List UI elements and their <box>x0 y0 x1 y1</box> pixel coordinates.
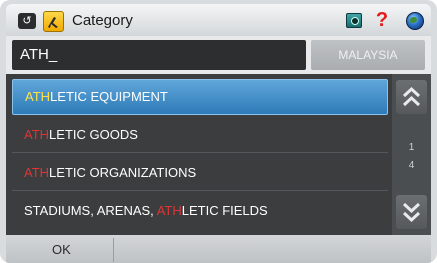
page-title: Category <box>72 12 133 29</box>
globe-icon[interactable] <box>406 12 424 30</box>
bottom-bar: OK <box>6 235 431 263</box>
double-chevron-up-icon <box>402 86 421 107</box>
ok-button[interactable]: OK <box>6 238 114 262</box>
list-item-match: ATH <box>24 165 50 180</box>
help-icon[interactable]: ? <box>375 9 389 31</box>
list-item-prefix: STADIUMS, ARENAS, <box>24 203 157 218</box>
double-chevron-down-icon <box>402 202 421 223</box>
scroll-up-button[interactable] <box>396 80 427 114</box>
search-input[interactable]: ATH_ <box>12 40 306 70</box>
list-item-match: ATH <box>156 203 182 218</box>
results-panel: ATHLETIC EQUIPMENT ATHLETIC GOODS ATHLET… <box>6 74 431 235</box>
title-bar: ↺ Category ? <box>6 4 431 36</box>
list-item-match: ATH <box>25 89 51 104</box>
scroll-controls: 1 4 <box>392 74 431 235</box>
list-item-rest: LETIC GOODS <box>49 127 138 142</box>
screen-frame: ↺ Category ? ATH_ MALAYSIA ATHLETIC EQUI… <box>0 0 437 263</box>
page-total: 4 <box>408 160 415 171</box>
country-button[interactable]: MALAYSIA <box>311 40 425 70</box>
list-item[interactable]: ATHLETIC ORGANIZATIONS <box>12 155 388 191</box>
list-item-rest: LETIC FIELDS <box>181 203 268 218</box>
list-item-match: ATH <box>24 127 50 142</box>
photo-icon[interactable] <box>346 13 362 28</box>
list-item-rest: LETIC EQUIPMENT <box>50 89 168 104</box>
results-list: ATHLETIC EQUIPMENT ATHLETIC GOODS ATHLET… <box>12 79 388 232</box>
search-row: ATH_ MALAYSIA <box>6 36 431 74</box>
page-current: 1 <box>408 142 415 153</box>
category-icon <box>43 11 64 32</box>
list-item[interactable]: ATHLETIC GOODS <box>12 117 388 153</box>
list-item-rest: LETIC ORGANIZATIONS <box>49 165 197 180</box>
list-item[interactable]: ATHLETIC EQUIPMENT <box>12 79 388 115</box>
list-item[interactable]: STADIUMS, ARENAS, ATHLETIC FIELDS <box>12 193 388 229</box>
back-arrow-icon: ↺ <box>22 15 32 27</box>
back-button[interactable]: ↺ <box>18 13 36 29</box>
scroll-down-button[interactable] <box>396 195 427 229</box>
